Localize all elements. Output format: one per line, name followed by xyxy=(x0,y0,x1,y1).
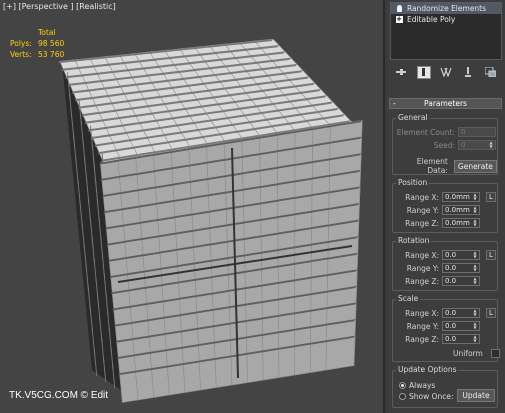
lightbulb-icon[interactable] xyxy=(394,4,404,14)
scale-range-y-spinner[interactable]: 0.0 ▲ ▼ xyxy=(442,321,480,331)
position-range-x-spinner[interactable]: 0.0mm ▲ ▼ xyxy=(442,192,480,202)
remove-modifier-icon[interactable] xyxy=(461,66,475,79)
spinner-arrows-icon[interactable]: ▲ ▼ xyxy=(472,193,478,201)
rotation-title: Rotation xyxy=(396,236,432,245)
seed-label: Seed: xyxy=(433,140,455,150)
position-range-y-spinner[interactable]: 0.0mm ▲ ▼ xyxy=(442,205,480,215)
configure-sets-icon[interactable] xyxy=(484,66,498,79)
show-once-radio[interactable] xyxy=(399,393,406,400)
spinner-arrows-icon[interactable]: ▲ ▼ xyxy=(472,219,478,227)
watermark: TK.V5CG.COM © Edit xyxy=(9,390,109,401)
always-radio-row[interactable]: Always xyxy=(399,381,435,390)
spinner-arrows-icon[interactable]: ▲ ▼ xyxy=(472,309,478,317)
rotation-range-z-spinner[interactable]: 0.0 ▲ ▼ xyxy=(442,276,480,286)
spinner-arrows-icon[interactable]: ▲ ▼ xyxy=(472,277,478,285)
scale-range-z-spinner[interactable]: 0.0 ▲ ▼ xyxy=(442,334,480,344)
modifier-label: Randomize Elements xyxy=(407,4,487,13)
pin-stack-icon[interactable] xyxy=(394,66,408,79)
spinner-arrows-icon[interactable]: ▲ ▼ xyxy=(472,335,478,343)
scale-range-x-spinner[interactable]: 0.0 ▲ ▼ xyxy=(442,308,480,318)
general-group: General Element Count: 0 Seed: 0 ▲ ▼ Elem… xyxy=(392,113,498,175)
expand-plus-icon[interactable]: + xyxy=(394,15,404,25)
position-range-y-label: Range Y: xyxy=(406,205,439,215)
rotation-group: Rotation Range X: 0.0 ▲ ▼ L Range Y: 0.0 … xyxy=(392,236,498,291)
position-range-z-spinner[interactable]: 0.0mm ▲ ▼ xyxy=(442,218,480,228)
show-once-radio-row[interactable]: Show Once: xyxy=(399,392,454,401)
verts-value: 53 760 xyxy=(38,50,65,59)
spinner-arrows-icon: ▲ ▼ xyxy=(489,140,493,149)
viewport-stats: Total Polys: 98 560 Verts: 53 760 xyxy=(10,27,64,60)
polys-value: 98 560 xyxy=(38,39,65,48)
rotation-range-x-spinner[interactable]: 0.0 ▲ ▼ xyxy=(442,250,480,260)
position-title: Position xyxy=(396,178,430,187)
update-options-group: Update Options Always Show Once: Update xyxy=(392,365,498,408)
scale-title: Scale xyxy=(396,294,421,303)
polys-label: Polys: xyxy=(10,39,32,48)
parameters-title: Parameters xyxy=(424,99,467,108)
make-unique-icon[interactable] xyxy=(439,66,453,79)
rotation-range-x-label: Range X: xyxy=(405,250,439,260)
uniform-label: Uniform xyxy=(453,349,483,358)
viewport-label[interactable]: [+] [Perspective ] [Realistic] xyxy=(3,2,116,11)
modifier-item-randomize-elements[interactable]: Randomize Elements xyxy=(391,3,501,14)
rotation-lock-button[interactable]: L xyxy=(486,250,496,260)
element-count-field: 0 xyxy=(458,127,496,137)
element-data-label: Element Data: xyxy=(416,157,448,175)
scale-range-z-label: Range Z: xyxy=(405,334,439,344)
always-label: Always xyxy=(409,381,436,390)
stack-toolbar xyxy=(390,64,502,80)
parameters-rollout-header[interactable]: - Parameters xyxy=(389,98,502,109)
show-once-label: Show Once: xyxy=(409,392,454,401)
collapse-icon[interactable]: - xyxy=(393,99,396,108)
seed-spinner: 0 ▲ ▼ xyxy=(458,140,496,150)
stats-title: Total xyxy=(38,28,56,37)
uniform-checkbox[interactable] xyxy=(490,349,500,358)
element-count-label: Element Count: xyxy=(396,127,455,137)
modify-panel: Randomize Elements + Editable Poly - Par… xyxy=(387,0,505,413)
spinner-arrows-icon[interactable]: ▲ ▼ xyxy=(472,264,478,272)
scale-range-x-label: Range X: xyxy=(405,308,439,318)
always-radio[interactable] xyxy=(399,382,406,389)
rotation-range-z-label: Range Z: xyxy=(405,276,439,286)
spinner-arrows-icon[interactable]: ▲ ▼ xyxy=(472,251,478,259)
modifier-item-editable-poly[interactable]: + Editable Poly xyxy=(391,14,501,25)
rotation-range-y-label: Range Y: xyxy=(406,263,439,273)
spinner-arrows-icon[interactable]: ▲ ▼ xyxy=(472,322,478,330)
rotation-range-y-spinner[interactable]: 0.0 ▲ ▼ xyxy=(442,263,480,273)
position-group: Position Range X: 0.0mm ▲ ▼ L Range Y: 0.… xyxy=(392,178,498,233)
spinner-arrows-icon[interactable]: ▲ ▼ xyxy=(472,206,478,214)
position-range-x-label: Range X: xyxy=(405,192,439,202)
update-options-title: Update Options xyxy=(396,365,459,374)
position-lock-button[interactable]: L xyxy=(486,192,496,202)
position-range-z-label: Range Z: xyxy=(405,218,439,228)
show-end-result-icon[interactable] xyxy=(416,65,431,79)
voxel-cube-model[interactable] xyxy=(0,0,385,413)
generate-button[interactable]: Generate xyxy=(453,159,497,173)
modifier-stack-list[interactable]: Randomize Elements + Editable Poly xyxy=(390,2,502,60)
general-title: General xyxy=(396,113,430,122)
update-button[interactable]: Update xyxy=(457,389,495,402)
scale-group: Scale Range X: 0.0 ▲ ▼ L Range Y: 0.0 ▲ ▼ … xyxy=(392,294,500,362)
scale-range-y-label: Range Y: xyxy=(406,321,439,331)
perspective-viewport[interactable]: [+] [Perspective ] [Realistic] Total Pol… xyxy=(0,0,385,413)
verts-label: Verts: xyxy=(10,50,32,59)
scale-lock-button[interactable]: L xyxy=(486,308,496,318)
modifier-label: Editable Poly xyxy=(407,15,456,24)
